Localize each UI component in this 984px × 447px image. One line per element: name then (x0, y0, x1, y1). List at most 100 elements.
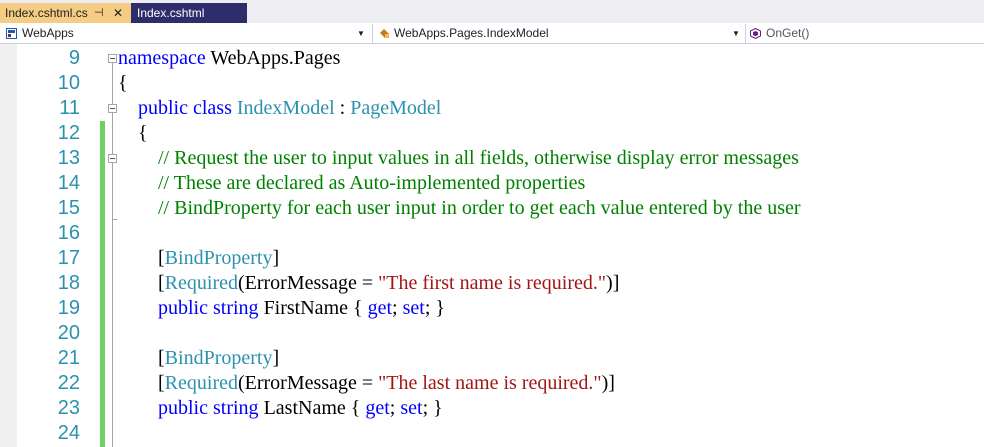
tab-index-cshtml-cs[interactable]: Index.cshtml.cs ⊣ ✕ (0, 3, 131, 23)
line-number: 9 (68, 47, 80, 69)
line-number: 21 (57, 347, 80, 369)
chevron-down-icon[interactable]: ▼ (357, 24, 365, 43)
code-line-21: [BindProperty] (118, 346, 984, 371)
collapse-icon[interactable] (108, 104, 117, 113)
code-editor[interactable]: 9 10 11 12 13 14 15 16 17 18 19 20 21 22… (0, 44, 984, 447)
line-number: 16 (57, 222, 80, 244)
code-line-18: [Required(ErrorMessage = "The first name… (118, 271, 984, 296)
punctuation: : (334, 97, 351, 119)
keyword: set (400, 397, 423, 419)
punctuation: ; (392, 297, 403, 319)
line-number: 20 (57, 322, 80, 344)
argument: (ErrorMessage = (237, 372, 379, 394)
project-name: WebApps (22, 26, 74, 40)
brace: { (118, 72, 128, 94)
type-name: WebApps.Pages.IndexModel (394, 26, 549, 40)
code-line-14: // These are declared as Auto-implemente… (118, 171, 984, 196)
brace: { (138, 122, 148, 144)
string-literal: "The last name is required." (378, 372, 602, 394)
keyword: get (365, 397, 390, 419)
code-line-11: public class IndexModel : PageModel (118, 96, 984, 121)
bracket: )] (601, 372, 615, 394)
member-name: OnGet() (766, 26, 810, 40)
bracket: [ (158, 347, 165, 369)
csharp-project-icon (6, 28, 17, 39)
keyword: string (208, 297, 259, 319)
type-dropdown[interactable]: WebApps.Pages.IndexModel ▼ (373, 24, 746, 43)
chevron-down-icon[interactable]: ▼ (732, 24, 740, 43)
document-tab-bar: Index.cshtml.cs ⊣ ✕ Index.cshtml (0, 0, 984, 23)
change-tracking-bar (100, 121, 105, 447)
bracket: ] (272, 347, 280, 369)
keyword: public (158, 397, 208, 419)
identifier: FirstName { (258, 297, 368, 319)
keyword: public (158, 297, 208, 319)
type-name: IndexModel (236, 97, 335, 119)
keyword: public (138, 97, 188, 119)
code-line-22: [Required(ErrorMessage = "The last name … (118, 371, 984, 396)
code-line-13: // Request the user to input values in a… (118, 146, 984, 171)
punctuation: ; } (424, 297, 445, 319)
argument: (ErrorMessage = (237, 272, 379, 294)
class-icon (380, 29, 389, 38)
keyword: class (188, 97, 232, 119)
punctuation: ; } (422, 397, 443, 419)
code-line-10: { (118, 71, 984, 96)
comment: // BindProperty for each user input in o… (158, 197, 801, 219)
comment: // Request the user to input values in a… (158, 147, 799, 169)
close-icon[interactable]: ✕ (113, 3, 123, 23)
code-line-15: // BindProperty for each user input in o… (118, 196, 984, 221)
tab-index-cshtml[interactable]: Index.cshtml (131, 3, 247, 23)
identifier: WebApps.Pages (205, 47, 341, 69)
bracket: [ (158, 372, 165, 394)
project-dropdown[interactable]: WebApps ▼ (0, 24, 373, 43)
code-line-12: { (118, 121, 984, 146)
comment: // These are declared as Auto-implemente… (158, 172, 586, 194)
attribute-name: Required (164, 272, 238, 294)
code-line-23: public string LastName { get; set; } (118, 396, 984, 421)
collapse-icon[interactable] (108, 54, 117, 63)
pin-icon[interactable]: ⊣ (94, 3, 104, 23)
keyword: namespace (118, 47, 206, 69)
line-number: 14 (57, 172, 80, 194)
collapse-icon[interactable] (108, 154, 117, 163)
line-number: 13 (57, 147, 80, 169)
outline-end-tick (112, 219, 117, 220)
outline-line (112, 63, 113, 447)
bracket: [ (158, 247, 165, 269)
identifier: LastName { (258, 397, 366, 419)
tab-label: Index.cshtml.cs (5, 6, 88, 20)
member-dropdown[interactable]: OnGet() (746, 24, 984, 43)
bracket: )] (606, 272, 620, 294)
line-number: 24 (57, 422, 80, 444)
code-line-9: namespace WebApps.Pages (118, 46, 984, 71)
editor-margin-strip (0, 44, 17, 447)
code-line-17: [BindProperty] (118, 246, 984, 271)
bracket: [ (158, 272, 165, 294)
attribute-name: Required (164, 372, 238, 394)
keyword: string (208, 397, 259, 419)
bracket: ] (272, 247, 280, 269)
type-name: PageModel (350, 97, 442, 119)
string-literal: "The first name is required." (378, 272, 607, 294)
line-number: 23 (57, 397, 80, 419)
code-line-19: public string FirstName { get; set; } (118, 296, 984, 321)
keyword: get (367, 297, 393, 319)
attribute-name: BindProperty (164, 247, 273, 269)
line-number: 11 (59, 97, 80, 119)
method-icon (750, 28, 761, 39)
line-number: 10 (57, 72, 80, 94)
line-number: 17 (57, 247, 80, 269)
